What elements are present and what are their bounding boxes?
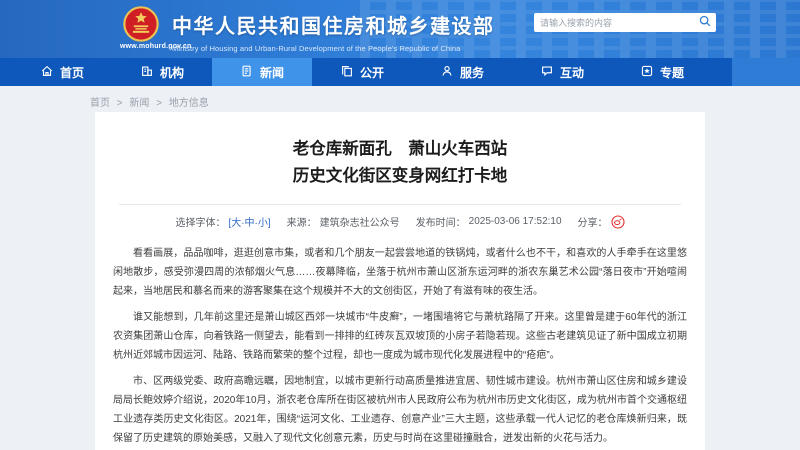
- breadcrumb-news[interactable]: 新闻: [129, 98, 149, 109]
- title-divider: [119, 204, 681, 205]
- site-title-en: Ministry of Housing and Urban-Rural Deve…: [172, 44, 495, 53]
- article-paragraph: 市、区两级党委、政府高瞻远瞩，因地制宜，以城市更新行动高质量推进宜居、韧性城市建…: [113, 372, 687, 448]
- nav-label: 服务: [460, 64, 484, 81]
- article-body: 看看画展，品品咖啡，逛逛创意市集，或者和几个朋友一起尝尝地道的铁锅炖，或者什么也…: [113, 244, 687, 450]
- nav-item-home[interactable]: 首页: [12, 58, 112, 86]
- main-nav: 首页 机构 新闻: [0, 58, 800, 86]
- nav-item-open[interactable]: 公开: [312, 58, 412, 86]
- folder-icon: [340, 64, 354, 81]
- search-button[interactable]: [694, 13, 716, 32]
- search-box: [534, 13, 716, 32]
- nav-item-interact[interactable]: 互动: [512, 58, 612, 86]
- breadcrumb-separator: >: [156, 98, 162, 109]
- home-icon: [40, 64, 54, 81]
- breadcrumb-separator: >: [117, 98, 123, 109]
- article-paragraph: 谁又能想到，几年前这里还是萧山城区西郊一块城市“牛皮癣”，一堵围墙将它与萧杭路隔…: [113, 308, 687, 365]
- nav-item-org[interactable]: 机构: [112, 58, 212, 86]
- site-brand: www.mohurd.gov.cn 中华人民共和国住房和城乡建设部 Minist…: [120, 4, 495, 53]
- nav-item-special[interactable]: 专题: [612, 58, 712, 86]
- star-icon: [640, 64, 654, 81]
- site-title-cn: 中华人民共和国住房和城乡建设部: [172, 10, 495, 39]
- font-size-options[interactable]: [大·中·小]: [228, 214, 270, 229]
- nav-label: 机构: [160, 64, 184, 81]
- user-icon: [440, 64, 454, 81]
- site-header: www.mohurd.gov.cn 中华人民共和国住房和城乡建设部 Minist…: [0, 0, 800, 58]
- article-title-line1: 老仓库新面孔 萧山火车西站: [95, 136, 705, 163]
- publish-time-label: 发布时间：: [416, 214, 466, 229]
- building-icon: [140, 64, 154, 81]
- article-title-line2: 历史文化街区变身网红打卡地: [95, 163, 705, 190]
- source-label: 来源：: [287, 214, 317, 229]
- nav-label: 互动: [560, 64, 584, 81]
- nav-item-news[interactable]: 新闻: [212, 58, 312, 86]
- breadcrumb-home[interactable]: 首页: [90, 98, 110, 109]
- news-icon: [240, 64, 254, 81]
- site-url: www.mohurd.gov.cn: [120, 43, 162, 50]
- breadcrumb-current: 地方信息: [169, 98, 209, 109]
- search-input[interactable]: [534, 18, 694, 28]
- share-icon[interactable]: [611, 215, 625, 229]
- search-icon: [699, 15, 711, 30]
- article-meta: 选择字体： [大·中·小] 来源： 建筑杂志社公众号 发布时间： 2025-03…: [95, 214, 705, 229]
- source-value: 建筑杂志社公众号: [320, 214, 400, 229]
- nav-label: 公开: [360, 64, 384, 81]
- share-label: 分享：: [578, 214, 608, 229]
- article-paragraph: 看看画展，品品咖啡，逛逛创意市集，或者和几个朋友一起尝尝地道的铁锅炖，或者什么也…: [113, 244, 687, 301]
- font-size-label: 选择字体：: [175, 214, 225, 229]
- nav-label: 新闻: [260, 64, 284, 81]
- chat-icon: [540, 64, 554, 81]
- nav-item-service[interactable]: 服务: [412, 58, 512, 86]
- breadcrumb: 首页 > 新闻 > 地方信息: [90, 94, 209, 109]
- nav-label: 首页: [60, 64, 84, 81]
- article-title: 老仓库新面孔 萧山火车西站 历史文化街区变身网红打卡地: [95, 136, 705, 190]
- publish-time-value: 2025-03-06 17:52:10: [469, 216, 562, 227]
- nav-label: 专题: [660, 64, 684, 81]
- article-card: 老仓库新面孔 萧山火车西站 历史文化街区变身网红打卡地 选择字体： [大·中·小…: [95, 112, 705, 450]
- national-emblem-icon: [120, 6, 162, 42]
